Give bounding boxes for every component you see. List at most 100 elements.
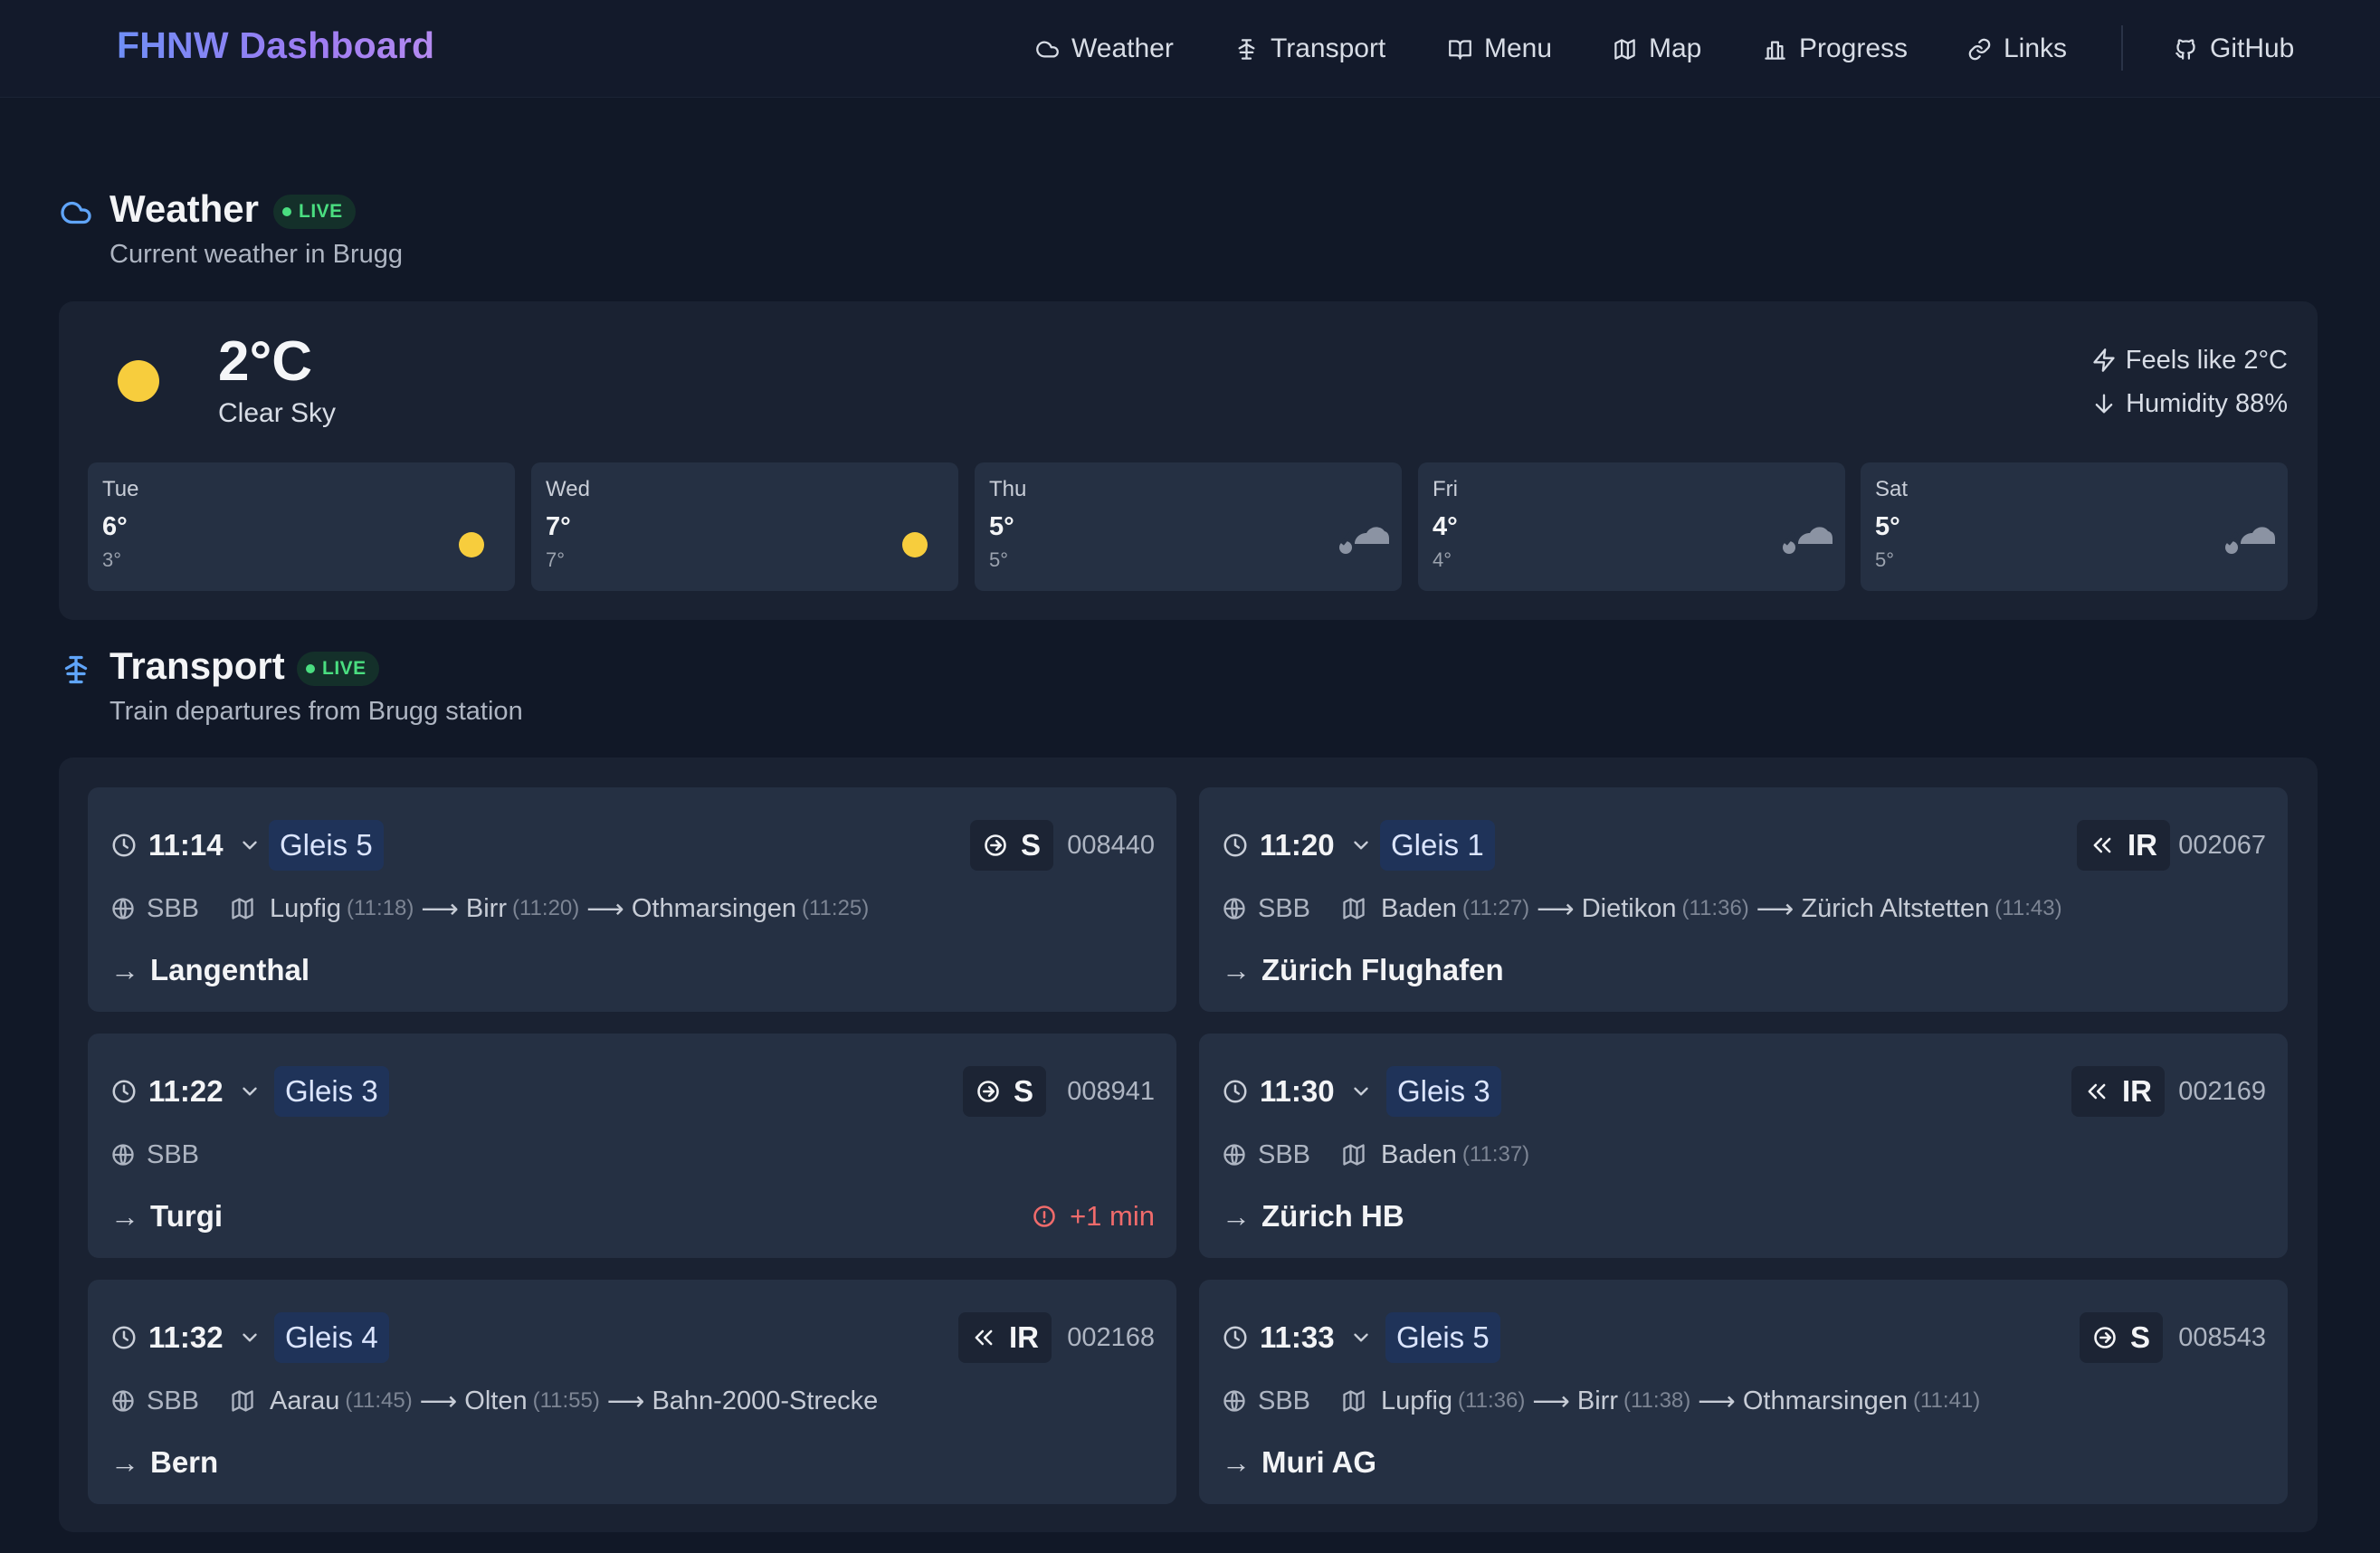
destination-name: Bern (150, 1445, 219, 1479)
chevrons-left-icon (2088, 1083, 2106, 1100)
stop-time: (11:41) (1913, 1388, 1981, 1413)
forecast-high: 4° (1433, 512, 1458, 541)
platform-badge: Gleis 5 (269, 820, 384, 871)
operator: SBB (1258, 893, 1311, 923)
departure-card[interactable]: 11:14 Gleis 5 S 008440 SBB Lupfig (11:18) ⟶ Birr… (88, 787, 1176, 1012)
nav-weather-label: Weather (1071, 33, 1174, 63)
destination: → Langenthal (110, 950, 309, 990)
stop-time: (11:45) (345, 1388, 413, 1413)
departure-card[interactable]: 11:22 Gleis 3 S 008941 SBB → Turgi +1 min (88, 1034, 1176, 1258)
route-info: SBB Baden (11:37) (1222, 1137, 1529, 1173)
train-number: 002067 (2178, 831, 2266, 860)
forecast-day: Fri (1433, 477, 1458, 501)
train-type-badge: IR (958, 1312, 1052, 1363)
nav-links[interactable]: Links (1967, 27, 2067, 71)
train-number: 008440 (1067, 831, 1155, 860)
operator: SBB (147, 1386, 200, 1415)
departure-card[interactable]: 11:33 Gleis 5 S 008543 SBB Lupfig (11:36) ⟶ Birr… (1199, 1280, 2288, 1504)
forecast-day: Thu (989, 477, 1027, 501)
nav-links-label: Links (2004, 33, 2068, 63)
stop-time: (11:25) (802, 896, 870, 920)
sun-icon (902, 532, 928, 557)
nav-map[interactable]: Map (1613, 27, 1701, 71)
brand-logo[interactable]: FHNW Dashboard (117, 24, 434, 67)
chevron-down-icon[interactable] (1349, 1080, 1373, 1103)
destination-name: Zürich Flughafen (1261, 953, 1504, 986)
chevrons-left-icon (2093, 837, 2111, 853)
nav-progress[interactable]: Progress (1763, 27, 1908, 71)
platform-badge: Gleis 5 (1385, 1312, 1500, 1363)
departure-card[interactable]: 11:20 Gleis 1 IR 002067 SBB Baden (11:27) ⟶ Diet… (1199, 787, 2288, 1012)
transport-live-badge: LIVE (297, 652, 379, 686)
train-icon (1238, 38, 1255, 60)
destination: → Turgi (110, 1196, 223, 1236)
clock-icon (1223, 1326, 1247, 1349)
destination: → Zürich HB (1222, 1196, 1404, 1236)
train-type-label: S (1020, 828, 1041, 862)
route-arrow: ⟶ (421, 894, 459, 924)
cloud-rain-icon (2225, 527, 2275, 554)
forecast-card: Sat 5° 5° (1861, 462, 2288, 591)
feels-like: Feels like 2°C (2091, 342, 2288, 378)
operator: SBB (1258, 1139, 1311, 1169)
train-number: 002168 (1067, 1323, 1155, 1352)
stop-time: (11:37) (1461, 1142, 1530, 1167)
nav-transport[interactable]: Transport (1234, 27, 1385, 71)
stop-name: Aarau (270, 1386, 340, 1415)
stop-name: Dietikon (1581, 893, 1677, 923)
arrow-right-circle-icon (977, 1081, 999, 1102)
sun-icon (459, 532, 484, 557)
clock-icon (112, 1080, 136, 1103)
stop-name: Othmarsingen (631, 893, 796, 923)
forecast-low: 4° (1433, 548, 1452, 571)
arrow-right-icon: → (1222, 1445, 1251, 1479)
map-icon (232, 898, 253, 919)
stop-name: Lupfig (270, 893, 342, 923)
chevron-down-icon[interactable] (238, 834, 262, 857)
nav-github[interactable]: GitHub (2174, 27, 2294, 71)
chevron-down-icon[interactable] (1349, 834, 1373, 857)
stop-name: Olten (464, 1386, 528, 1415)
platform-badge: Gleis 1 (1380, 820, 1495, 871)
forecast-card: Tue 6° 3° (88, 462, 515, 591)
train-number: 008941 (1067, 1077, 1155, 1106)
globe-icon (112, 898, 134, 919)
globe-icon (1223, 1144, 1245, 1166)
alert-circle-icon (1033, 1205, 1055, 1227)
route-info: SBB Lupfig (11:18) ⟶ Birr (11:20) ⟶ Othmarsinge… (110, 891, 869, 927)
nav-menu[interactable]: Menu (1448, 27, 1552, 71)
time-text: 11:22 (148, 1074, 224, 1108)
forecast-card: Fri 4° 4° (1418, 462, 1845, 591)
route-arrow: ⟶ (586, 894, 624, 924)
train-type-badge: S (969, 820, 1053, 871)
departure-card[interactable]: 11:32 Gleis 4 IR 002168 SBB Aarau (11:45) ⟶ Olte… (88, 1280, 1176, 1504)
nav-divider (2121, 25, 2123, 71)
cloud-icon (1036, 41, 1059, 57)
feels-like-text: Feels like 2°C (2125, 345, 2288, 375)
chevron-down-icon[interactable] (1349, 1326, 1373, 1349)
sun-icon (118, 360, 159, 402)
destination-name: Langenthal (150, 953, 310, 986)
map-icon (1343, 1390, 1365, 1412)
github-icon (2175, 38, 2195, 60)
destination-name: Turgi (150, 1199, 224, 1233)
chevron-down-icon[interactable] (238, 1326, 262, 1349)
chevron-down-icon[interactable] (238, 1080, 262, 1103)
stop-time: (11:27) (1461, 896, 1530, 920)
transport-title: Transport (109, 644, 285, 687)
nav-weather[interactable]: Weather (1035, 27, 1174, 71)
platform-badge: Gleis 3 (1386, 1066, 1501, 1117)
forecast-low: 3° (102, 548, 122, 571)
arrow-right-icon: → (1222, 953, 1251, 986)
map-icon (1343, 898, 1365, 919)
departure-card[interactable]: 11:30 Gleis 3 IR 002169 SBB Baden (11:37) → Züri… (1199, 1034, 2288, 1258)
globe-icon (112, 1144, 134, 1166)
route-info: SBB Aarau (11:45) ⟶ Olten (11:55) ⟶ Bahn-2000-S… (110, 1383, 878, 1419)
route-info: SBB (110, 1137, 230, 1173)
arrow-right-icon: → (1222, 1199, 1251, 1233)
stop-name: Bahn-2000-Strecke (652, 1386, 879, 1415)
map-icon (232, 1390, 253, 1412)
humidity-text: Humidity 88% (2126, 388, 2288, 418)
operator: SBB (147, 893, 200, 923)
live-dot (282, 207, 291, 216)
